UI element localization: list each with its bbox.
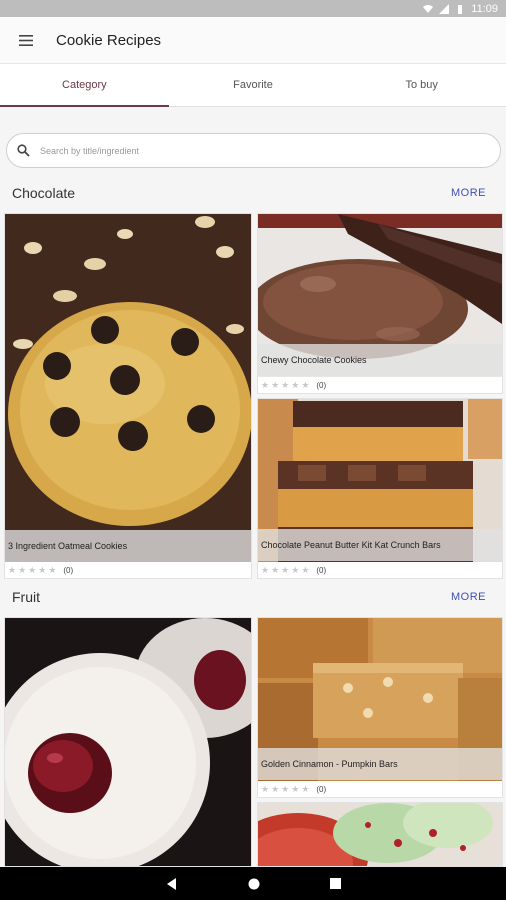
star-icon: ★ xyxy=(38,564,47,575)
recipe-title: Chocolate Peanut Butter Kit Kat Crunch B… xyxy=(258,529,502,561)
star-icon: ★ xyxy=(291,564,300,575)
star-icon: ★ xyxy=(301,564,310,575)
star-icon: ★ xyxy=(291,783,300,794)
search-input[interactable] xyxy=(40,145,440,156)
rating: ★ ★ ★ ★ ★ (0) xyxy=(261,781,326,797)
rating-count: (0) xyxy=(316,380,327,390)
star-icon: ★ xyxy=(28,564,37,575)
search-icon xyxy=(17,144,30,157)
star-icon: ★ xyxy=(271,564,280,575)
tab-to-buy[interactable]: To buy xyxy=(337,64,506,106)
section-header-fruit: Fruit MORE xyxy=(0,583,506,611)
star-icon: ★ xyxy=(281,379,290,390)
star-icon: ★ xyxy=(281,783,290,794)
recipe-title: Golden Cinnamon - Pumpkin Bars xyxy=(258,748,502,780)
star-icon: ★ xyxy=(18,564,27,575)
star-icon: ★ xyxy=(261,379,270,390)
rating: ★ ★ ★ ★ ★ (0) xyxy=(261,562,326,578)
rating-count: (0) xyxy=(316,565,327,575)
recipe-card[interactable]: 3 Ingredient Oatmeal Cookies ★ ★ ★ ★ ★ (… xyxy=(4,213,252,579)
star-icon: ★ xyxy=(301,783,310,794)
section-title: Chocolate xyxy=(12,185,76,201)
section-header-chocolate: Chocolate MORE xyxy=(0,179,506,207)
star-icon: ★ xyxy=(48,564,57,575)
clock: 11:09 xyxy=(471,2,498,15)
star-icon: ★ xyxy=(291,379,300,390)
star-icon: ★ xyxy=(271,379,280,390)
star-icon: ★ xyxy=(261,783,270,794)
recipe-photo xyxy=(5,618,251,866)
menu-button[interactable] xyxy=(0,17,52,63)
app-bar: Cookie Recipes xyxy=(0,17,506,63)
star-icon: ★ xyxy=(8,564,17,575)
signal-icon xyxy=(439,3,450,14)
home-icon[interactable] xyxy=(248,878,260,890)
section-title: Fruit xyxy=(12,589,40,605)
rating-count: (0) xyxy=(63,565,74,575)
recipe-card[interactable] xyxy=(4,617,252,867)
wifi-icon xyxy=(423,4,434,13)
star-icon: ★ xyxy=(281,564,290,575)
menu-icon xyxy=(19,34,33,46)
system-nav-bar xyxy=(0,867,506,900)
status-bar: 11:09 xyxy=(0,0,506,17)
tab-favorite[interactable]: Favorite xyxy=(169,64,338,106)
recipe-card[interactable]: Chewy Chocolate Cookies ★ ★ ★ ★ ★ (0) xyxy=(257,213,503,394)
app-title: Cookie Recipes xyxy=(56,31,162,49)
more-link[interactable]: MORE xyxy=(451,187,486,199)
rating: ★ ★ ★ ★ ★ (0) xyxy=(8,562,73,578)
recipe-card[interactable]: Chocolate Peanut Butter Kit Kat Crunch B… xyxy=(257,398,503,579)
more-link[interactable]: MORE xyxy=(451,591,486,603)
star-icon: ★ xyxy=(301,379,310,390)
star-icon: ★ xyxy=(261,564,270,575)
recipe-photo xyxy=(258,803,502,866)
star-icon: ★ xyxy=(271,783,280,794)
recipe-title: Chewy Chocolate Cookies xyxy=(258,344,502,376)
recipe-photo xyxy=(5,214,251,562)
recipe-title: 3 Ingredient Oatmeal Cookies xyxy=(5,530,251,562)
recents-icon[interactable] xyxy=(329,878,341,889)
back-icon[interactable] xyxy=(166,877,178,890)
recipe-card[interactable]: Golden Cinnamon - Pumpkin Bars ★ ★ ★ ★ ★… xyxy=(257,617,503,798)
rating-count: (0) xyxy=(316,784,327,794)
tab-bar: Category Favorite To buy xyxy=(0,63,506,107)
recipe-card[interactable] xyxy=(257,802,503,867)
search-bar[interactable] xyxy=(6,133,501,168)
rating: ★ ★ ★ ★ ★ (0) xyxy=(261,377,326,393)
battery-icon xyxy=(458,4,463,14)
tab-category[interactable]: Category xyxy=(0,64,169,107)
